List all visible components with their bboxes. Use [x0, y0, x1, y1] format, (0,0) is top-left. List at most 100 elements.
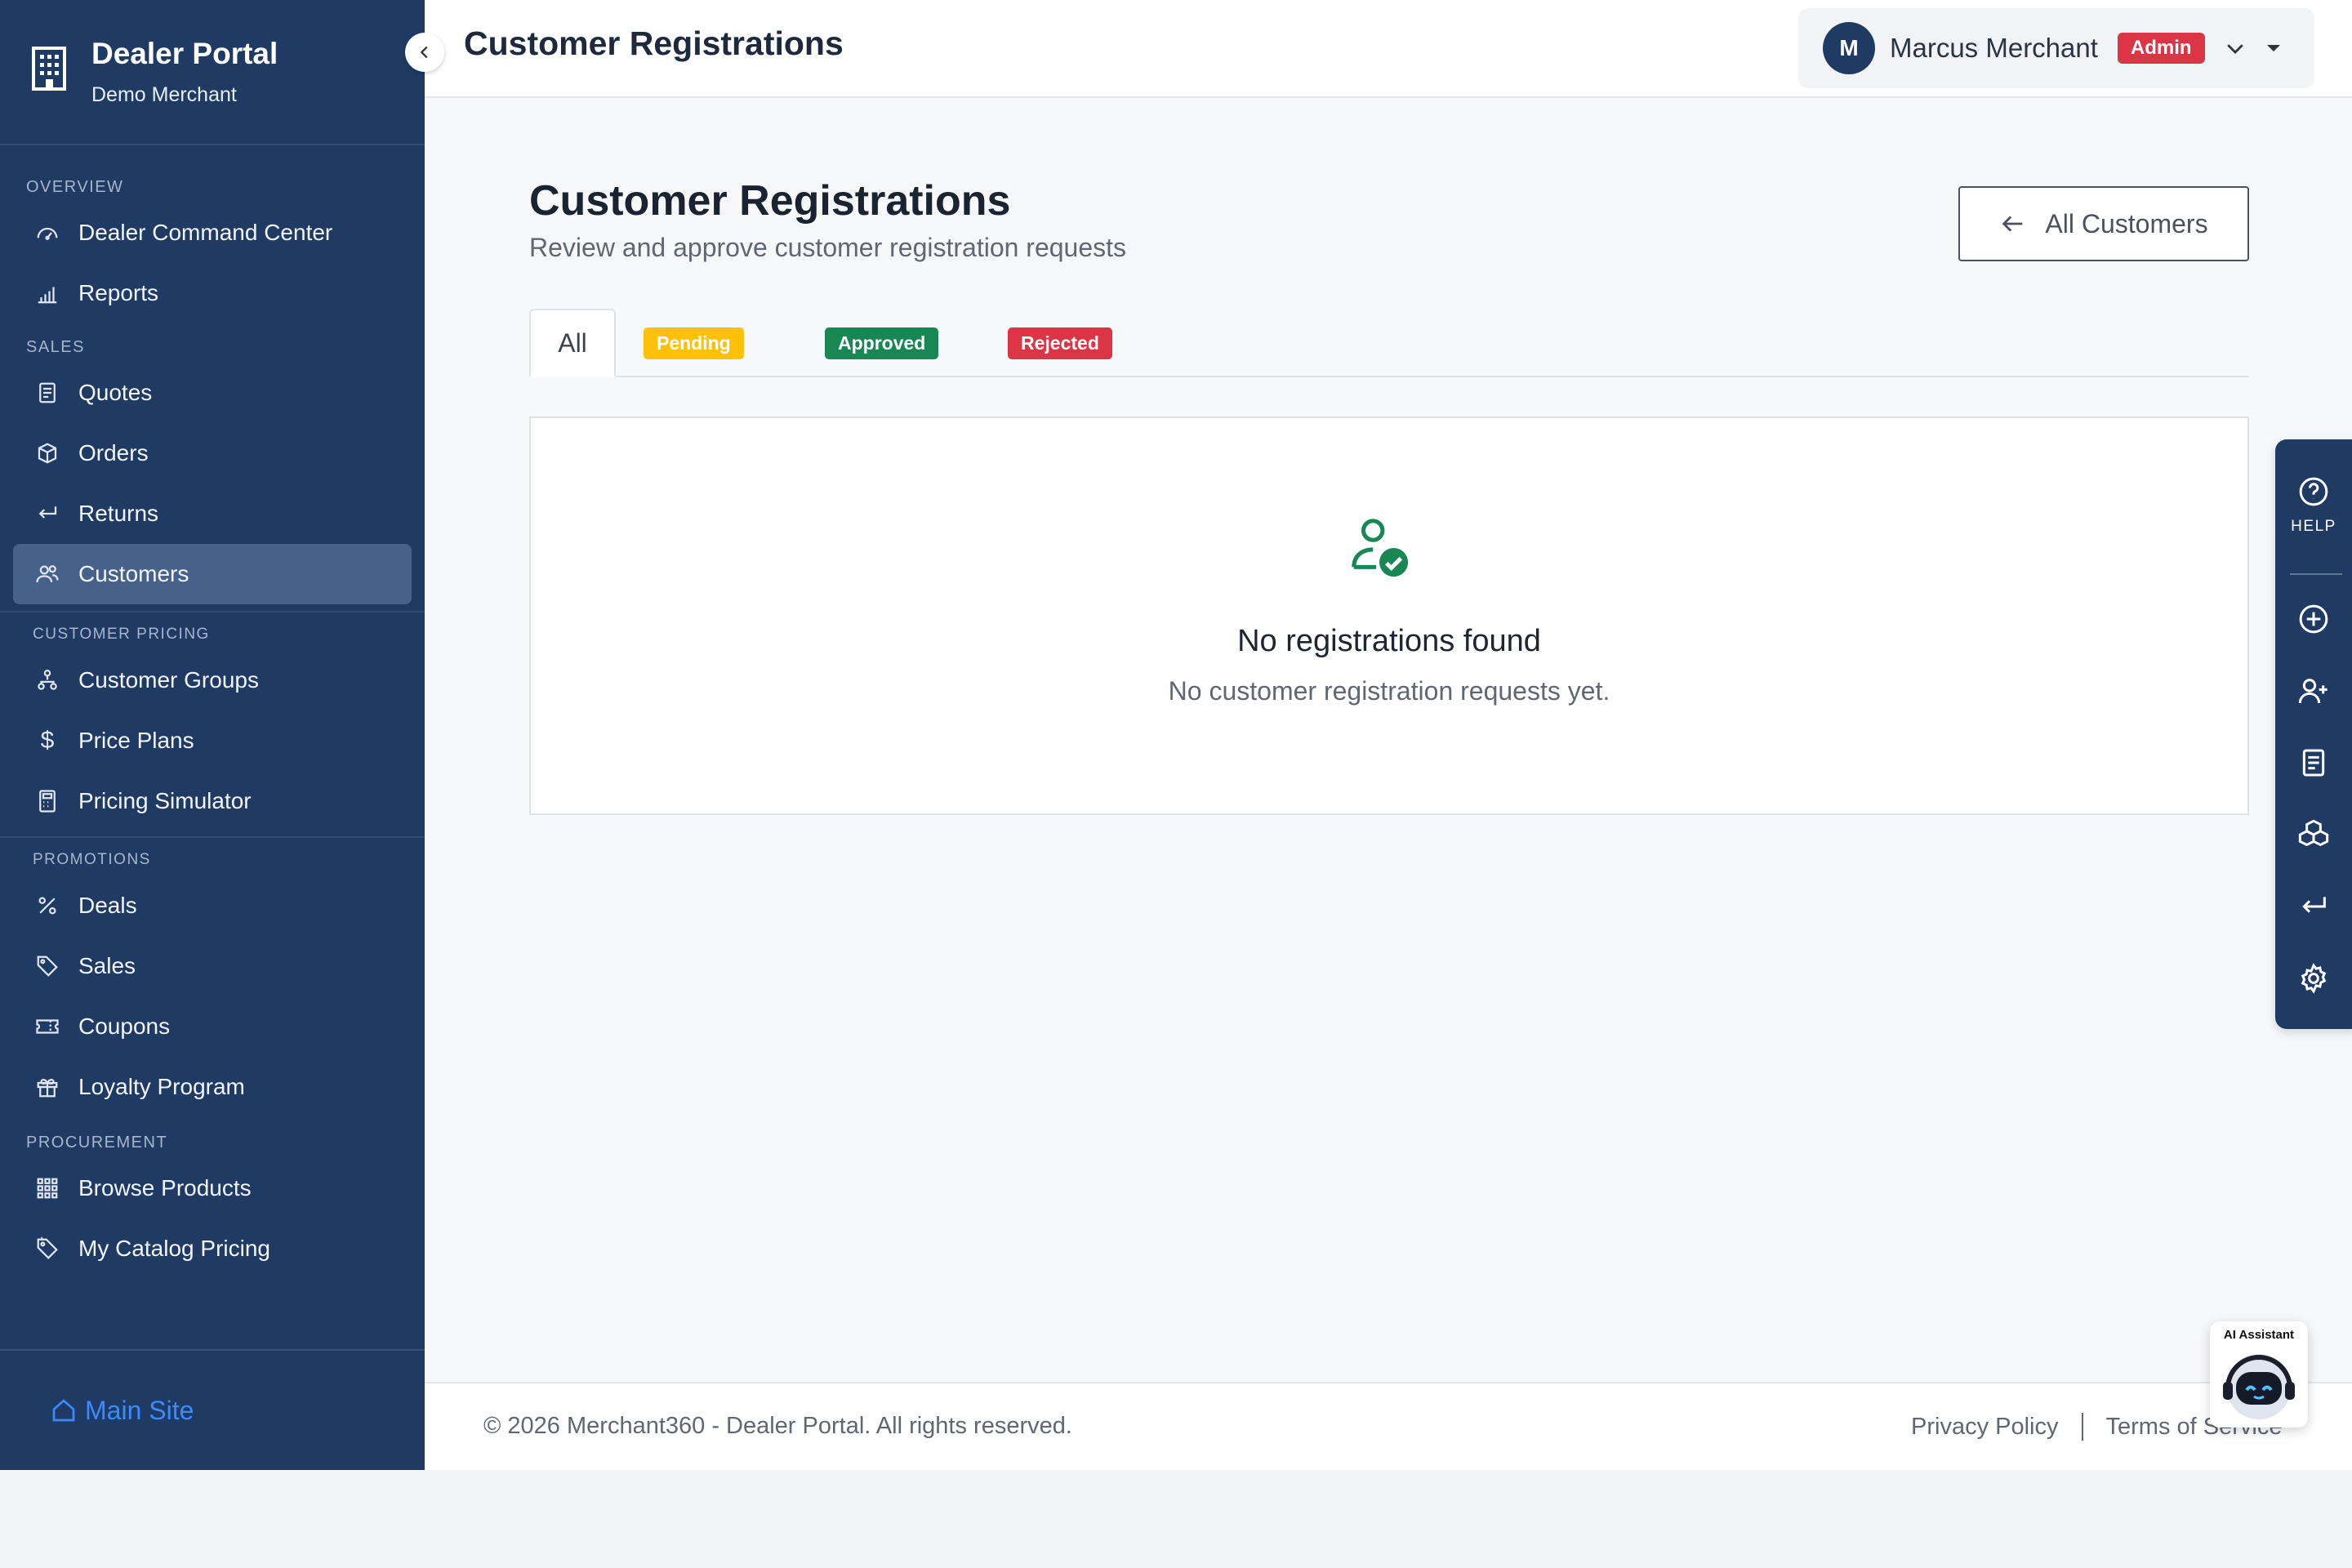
rail-returns-button[interactable] — [2275, 890, 2352, 923]
return-icon — [34, 501, 60, 527]
sidebar-item-returns[interactable]: Returns — [0, 483, 425, 544]
main-site-label: Main Site — [85, 1395, 194, 1425]
people-icon — [34, 561, 60, 587]
quick-actions-rail: HELP — [2275, 439, 2352, 1029]
add-circle-icon — [2299, 604, 2328, 634]
help-label: HELP — [2291, 518, 2336, 535]
sidebar-item-browse-products[interactable]: Browse Products — [0, 1158, 425, 1218]
ai-assistant-button[interactable]: AI Assistant — [2210, 1321, 2308, 1428]
sidebar-item-price-plans[interactable]: $ Price Plans — [0, 710, 425, 771]
footer-copyright: © 2026 Merchant360 - Dealer Portal. All … — [483, 1413, 1072, 1439]
section-customer-pricing: CUSTOMER PRICING — [33, 626, 210, 643]
chevron-down-icon — [2226, 44, 2243, 54]
sidebar-item-label: Dealer Command Center — [78, 220, 333, 245]
sidebar-item-label: Reports — [78, 280, 159, 305]
bar-chart-icon — [34, 280, 60, 306]
rail-settings-button[interactable] — [2275, 962, 2352, 995]
sidebar-item-label: Browse Products — [78, 1175, 252, 1200]
role-badge: Admin — [2117, 33, 2205, 64]
approved-badge: Approved — [825, 327, 939, 359]
sidebar-item-command-center[interactable]: Dealer Command Center — [0, 203, 425, 263]
sidebar-item-coupons[interactable]: Coupons — [0, 996, 425, 1057]
privacy-policy-link[interactable]: Privacy Policy — [1911, 1414, 2059, 1441]
gift-icon — [34, 1074, 60, 1100]
sidebar-item-label: Sales — [78, 953, 136, 978]
user-name: Marcus Merchant — [1890, 33, 2098, 63]
rail-add-user-button[interactable] — [2275, 675, 2352, 707]
boxes-icon — [2298, 819, 2329, 847]
sidebar-item-label: Quotes — [78, 380, 153, 405]
sidebar-collapse-button[interactable] — [405, 33, 444, 72]
sidebar-item-orders[interactable]: Orders — [0, 423, 425, 483]
sidebar-item-label: My Catalog Pricing — [78, 1236, 270, 1261]
empty-state-subtitle: No customer registration requests yet. — [1168, 676, 1610, 706]
help-button[interactable]: HELP — [2275, 475, 2352, 536]
sidebar-item-label: Coupons — [78, 1013, 171, 1039]
rail-document-button[interactable] — [2275, 746, 2352, 779]
sidebar-item-label: Pricing Simulator — [78, 788, 252, 813]
sidebar-item-label: Customer Groups — [78, 667, 259, 693]
all-customers-button[interactable]: All Customers — [1958, 186, 2249, 261]
sidebar-item-reports[interactable]: Reports — [0, 263, 425, 323]
page-subtitle: Review and approve customer registration… — [529, 233, 1127, 262]
sidebar: Dealer Portal Demo Merchant OVERVIEW Dea… — [0, 0, 425, 1470]
sidebar-item-pricing-simulator[interactable]: Pricing Simulator — [0, 771, 425, 831]
pending-badge: Pending — [644, 327, 744, 359]
empty-state-card: No registrations found No customer regis… — [529, 416, 2249, 815]
brand-subtitle: Demo Merchant — [91, 83, 237, 106]
document-icon — [34, 380, 60, 406]
sidebar-item-label: Customers — [78, 561, 189, 586]
tab-all[interactable]: All — [529, 309, 616, 377]
avatar: M — [1823, 22, 1875, 74]
document-icon — [2302, 749, 2325, 777]
building-icon — [32, 47, 66, 91]
page-footer: © 2026 Merchant360 - Dealer Portal. All … — [425, 1382, 2352, 1470]
ticket-icon — [34, 1013, 60, 1040]
main-content: Customer Registrations Review and approv… — [425, 98, 2352, 1382]
rail-divider — [2290, 573, 2342, 575]
percent-icon — [34, 893, 60, 919]
sidebar-item-customer-groups[interactable]: Customer Groups — [0, 650, 425, 710]
tags-icon — [34, 1236, 60, 1262]
tab-approved[interactable]: Approved — [825, 309, 939, 377]
caret-down-icon — [2266, 45, 2280, 51]
sidebar-item-label: Price Plans — [78, 728, 194, 753]
status-tabs: All Pending Approved Rejected — [529, 309, 2249, 377]
tab-rejected[interactable]: Rejected — [1008, 309, 1112, 377]
user-menu[interactable]: M Marcus Merchant Admin — [1798, 8, 2314, 88]
chevron-left-icon — [420, 46, 428, 59]
add-user-icon — [2298, 679, 2328, 704]
brand-title: Dealer Portal — [91, 37, 278, 70]
robot-icon — [2223, 1354, 2295, 1419]
sidebar-brand[interactable]: Dealer Portal Demo Merchant — [0, 0, 425, 145]
sidebar-item-sales[interactable]: Sales — [0, 936, 425, 996]
dollar-icon: $ — [40, 727, 55, 754]
home-icon — [52, 1399, 75, 1422]
rail-add-button[interactable] — [2275, 603, 2352, 635]
empty-state-title: No registrations found — [1237, 624, 1541, 658]
sidebar-item-quotes[interactable]: Quotes — [0, 363, 425, 423]
header-title: Customer Registrations — [464, 24, 844, 62]
sidebar-item-label: Loyalty Program — [78, 1074, 245, 1099]
sidebar-item-customers[interactable]: Customers — [13, 544, 412, 604]
footer-separator — [2081, 1413, 2083, 1441]
help-icon — [2299, 477, 2328, 506]
sidebar-item-label: Deals — [78, 893, 137, 918]
sidebar-item-loyalty-program[interactable]: Loyalty Program — [0, 1057, 425, 1117]
ai-assistant-label: AI Assistant — [2223, 1328, 2295, 1342]
sidebar-item-label: Returns — [78, 501, 159, 526]
rail-products-button[interactable] — [2275, 818, 2352, 851]
gear-icon — [2301, 963, 2327, 994]
sidebar-footer: Main Site — [0, 1349, 425, 1470]
sidebar-item-deals[interactable]: Deals — [0, 875, 425, 936]
tag-icon — [34, 953, 60, 979]
main-site-link[interactable]: Main Site — [51, 1396, 194, 1426]
grid-icon — [34, 1175, 60, 1201]
sidebar-item-label: Orders — [78, 440, 149, 466]
tab-pending[interactable]: Pending — [644, 309, 744, 377]
sidebar-item-my-catalog-pricing[interactable]: My Catalog Pricing — [0, 1218, 425, 1279]
arrow-left-icon — [2002, 216, 2023, 232]
speedometer-icon — [34, 220, 60, 246]
rejected-badge: Rejected — [1008, 327, 1112, 359]
box-icon — [34, 440, 60, 466]
